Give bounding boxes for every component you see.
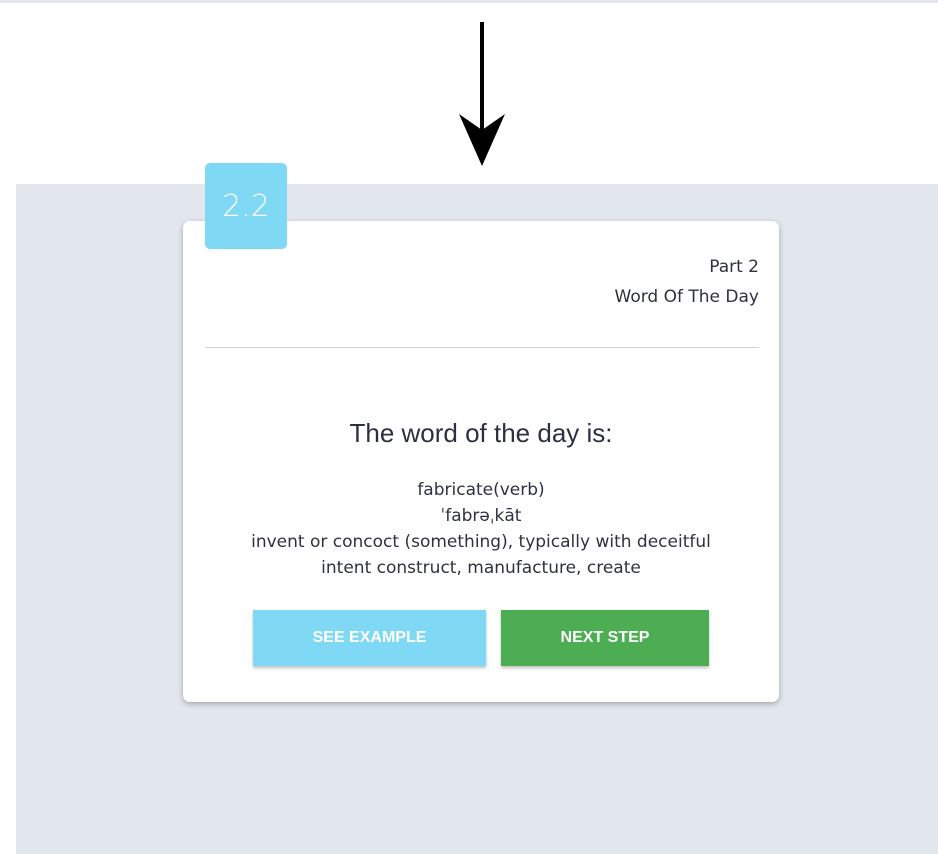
section-title: Word Of The Day bbox=[614, 287, 759, 307]
card-divider bbox=[205, 347, 759, 348]
definition-line-1: invent or concoct (something), typically… bbox=[251, 532, 711, 552]
word-line: fabricate(verb) bbox=[417, 480, 545, 500]
definition-line-2: intent construct, manufacture, create bbox=[321, 558, 641, 578]
part-label: Part 2 bbox=[709, 257, 759, 277]
word-of-day-card: Part 2 Word Of The Day The word of the d… bbox=[183, 221, 779, 702]
next-step-button[interactable]: NEXT STEP bbox=[501, 610, 709, 666]
pronunciation: ˈfabrəˌkāt bbox=[440, 506, 522, 526]
step-badge: 2.2 bbox=[205, 163, 287, 249]
arrow-down-icon bbox=[459, 22, 505, 166]
word-details: fabricate(verb) ˈfabrəˌkāt invent or con… bbox=[183, 477, 779, 581]
word-heading: The word of the day is: bbox=[349, 418, 613, 448]
top-divider bbox=[0, 0, 938, 3]
see-example-button[interactable]: SEE EXAMPLE bbox=[253, 610, 486, 666]
card-meta: Part 2 Word Of The Day bbox=[615, 252, 759, 312]
